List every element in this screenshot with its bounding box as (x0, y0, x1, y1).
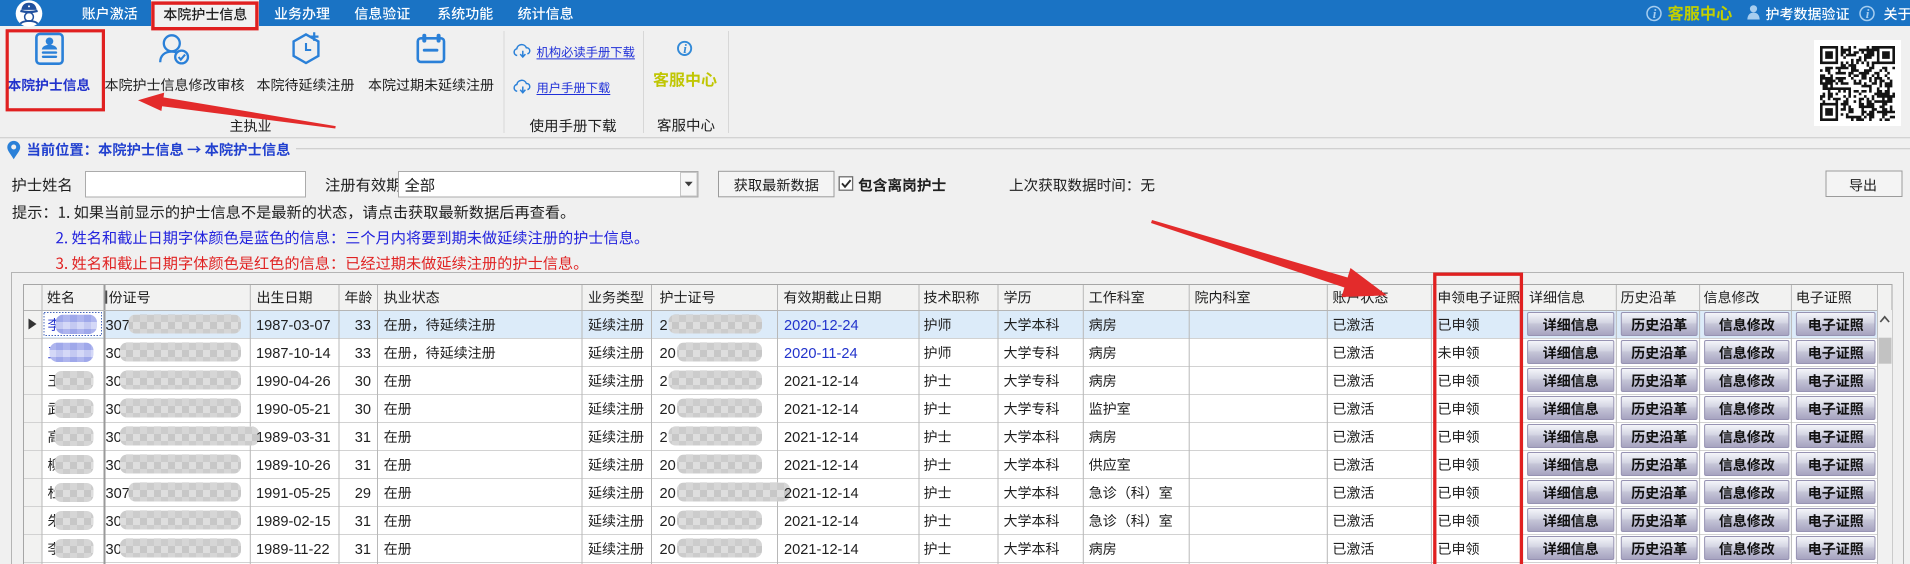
svg-text:29: 29 (355, 486, 371, 502)
svg-text:31: 31 (355, 430, 371, 446)
svg-text:2020-12-24: 2020-12-24 (784, 318, 859, 334)
svg-text:1987-03-07: 1987-03-07 (256, 318, 331, 334)
svg-text:2021-12-14: 2021-12-14 (784, 542, 859, 558)
svg-text:20: 20 (660, 346, 676, 362)
svg-text:1989-11-22: 1989-11-22 (256, 542, 330, 558)
svg-text:2: 2 (660, 430, 668, 446)
svg-text:31: 31 (355, 542, 371, 558)
svg-text:1989-03-31: 1989-03-31 (256, 430, 331, 446)
svg-text:1990-05-21: 1990-05-21 (256, 402, 331, 418)
svg-text:30: 30 (355, 374, 371, 390)
svg-text:30: 30 (106, 430, 122, 446)
svg-text:2: 2 (660, 318, 668, 334)
svg-text:307: 307 (106, 486, 130, 502)
svg-text:20: 20 (660, 486, 676, 502)
svg-text:31: 31 (355, 514, 371, 530)
svg-text:i: i (683, 41, 687, 56)
svg-text:33: 33 (355, 346, 371, 362)
svg-text:2021-12-14: 2021-12-14 (784, 458, 859, 474)
svg-text:30: 30 (106, 346, 122, 362)
svg-text:30: 30 (106, 402, 122, 418)
svg-text:1989-02-15: 1989-02-15 (256, 514, 331, 530)
svg-text:30: 30 (355, 402, 371, 418)
svg-text:2021-12-14: 2021-12-14 (784, 486, 859, 502)
svg-text:2: 2 (660, 374, 668, 390)
svg-text:i: i (1866, 6, 1870, 21)
svg-text:30: 30 (106, 458, 122, 474)
svg-text:1989-10-26: 1989-10-26 (256, 458, 331, 474)
svg-text:1987-10-14: 1987-10-14 (256, 346, 331, 362)
svg-text:33: 33 (355, 318, 371, 334)
svg-text:20: 20 (660, 514, 676, 530)
svg-text:31: 31 (355, 458, 371, 474)
svg-text:307: 307 (106, 318, 130, 334)
svg-text:1991-05-25: 1991-05-25 (256, 486, 331, 502)
svg-text:20: 20 (660, 458, 676, 474)
svg-text:2021-12-14: 2021-12-14 (784, 514, 859, 530)
svg-text:2021-12-14: 2021-12-14 (784, 374, 859, 390)
svg-text:i: i (1653, 6, 1657, 21)
svg-text:2020-11-24: 2020-11-24 (784, 346, 858, 362)
svg-text:30: 30 (106, 374, 122, 390)
svg-text:1990-04-26: 1990-04-26 (256, 374, 331, 390)
svg-text:20: 20 (660, 542, 676, 558)
svg-text:30: 30 (106, 542, 122, 558)
svg-text:2021-12-14: 2021-12-14 (784, 402, 859, 418)
svg-text:2021-12-14: 2021-12-14 (784, 430, 859, 446)
svg-text:30: 30 (106, 514, 122, 530)
svg-text:20: 20 (660, 402, 676, 418)
